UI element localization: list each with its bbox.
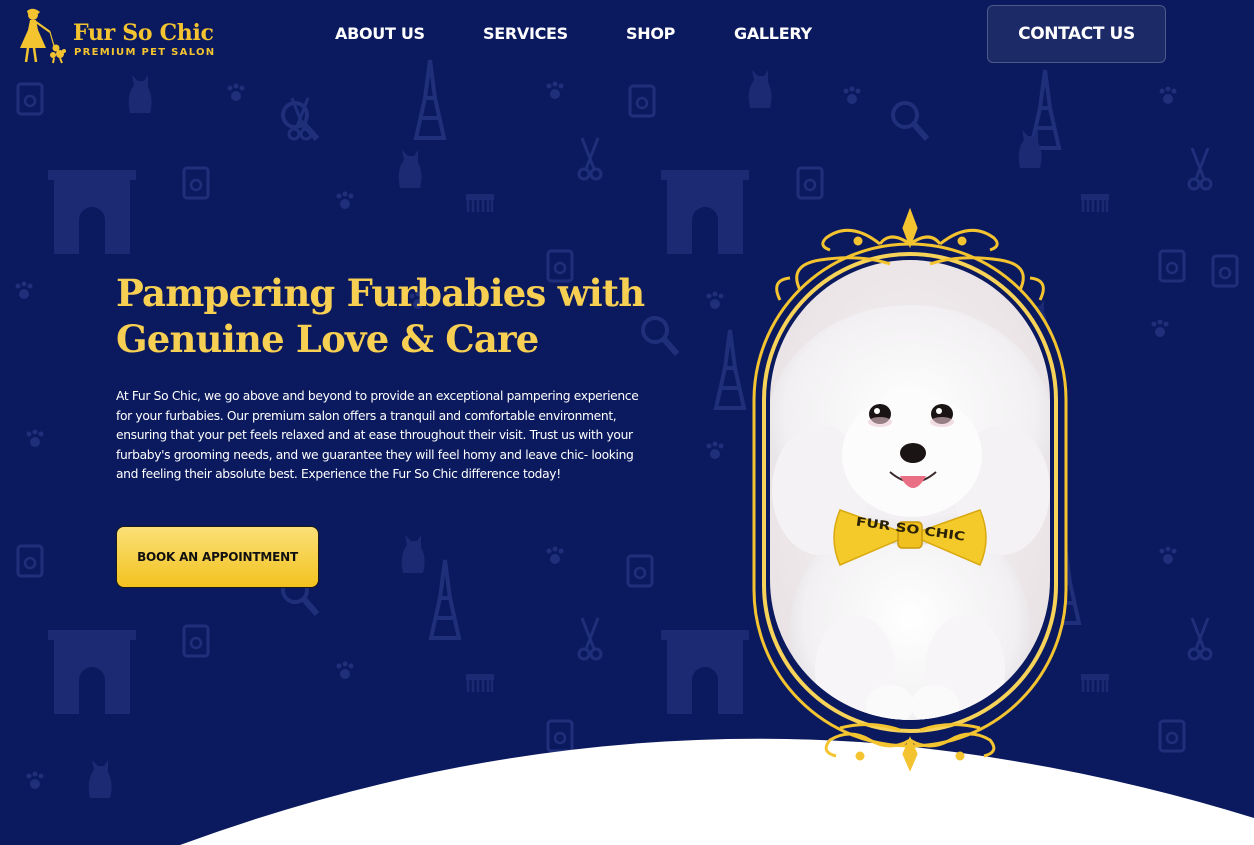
hero-title-line-1: Pampering Furbabies with	[116, 271, 645, 315]
nav-item-gallery[interactable]: GALLERY	[734, 24, 812, 43]
brand-name: Fur So Chic	[73, 20, 214, 46]
hero-title: Pampering Furbabies with Genuine Love & …	[116, 270, 676, 362]
hero-description: At Fur So Chic, we go above and beyond t…	[116, 389, 639, 481]
hero-image-frame: FUR SO CHIC	[740, 200, 1080, 780]
brand-logo[interactable]: Fur So Chic PREMIUM PET SALON	[16, 8, 226, 64]
book-appointment-button[interactable]: BOOK AN APPOINTMENT	[116, 526, 319, 588]
nav-item-services[interactable]: SERVICES	[483, 24, 568, 43]
nav-item-shop[interactable]: SHOP	[626, 24, 675, 43]
contact-us-button[interactable]: CONTACT US	[987, 5, 1166, 63]
brand-tagline: PREMIUM PET SALON	[74, 47, 216, 58]
nav-item-about-us[interactable]: ABOUT US	[335, 24, 425, 43]
lady-with-poodle-icon	[20, 8, 66, 64]
site-header: Fur So Chic PREMIUM PET SALON ABOUT US S…	[0, 0, 1254, 70]
hero-title-line-2: Genuine Love & Care	[116, 317, 539, 361]
